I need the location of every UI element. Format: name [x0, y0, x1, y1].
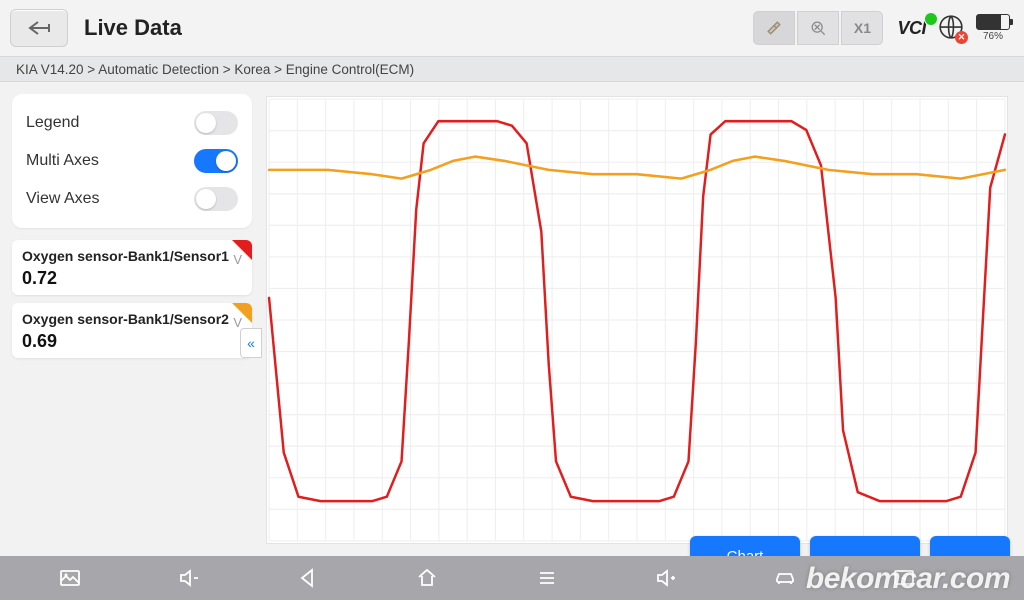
option-label: Multi Axes [26, 152, 99, 170]
car-icon[interactable] [755, 566, 815, 590]
gallery-icon[interactable] [40, 566, 100, 590]
nav-home-icon[interactable] [397, 566, 457, 590]
option-view-axes: View Axes [26, 180, 238, 218]
chart-canvas[interactable] [266, 96, 1008, 544]
chevron-left-double-icon: « [247, 335, 255, 351]
battery-indicator: 76% [976, 14, 1010, 42]
toggle-view-axes[interactable] [194, 187, 238, 211]
chart-button[interactable]: Chart [690, 536, 800, 556]
sensor-unit: V [233, 252, 242, 267]
main-area: Legend Multi Axes View Axes Oxygen senso… [0, 82, 1024, 556]
sensor-card[interactable]: Oxygen sensor-Bank1/Sensor1 V 0.72 [12, 240, 252, 295]
volume-down-icon[interactable] [159, 566, 219, 590]
sensor-value: 0.72 [22, 268, 57, 289]
option-multi-axes: Multi Axes [26, 142, 238, 180]
option-legend: Legend [26, 104, 238, 142]
nav-back-icon[interactable] [278, 566, 338, 590]
brush-icon[interactable] [753, 11, 795, 45]
globe-offline-icon [938, 14, 966, 42]
sensor-card[interactable]: Oxygen sensor-Bank1/Sensor2 V 0.69 [12, 303, 252, 358]
nav-menu-icon[interactable] [517, 566, 577, 590]
top-bar: Live Data X1 VCI 76% [0, 0, 1024, 56]
option-label: View Axes [26, 190, 100, 208]
toolbar: X1 [753, 11, 883, 45]
option-label: Legend [26, 114, 79, 132]
system-nav-bar [0, 556, 1024, 600]
cast-record-icon[interactable] [874, 566, 934, 590]
chart-options-panel: Legend Multi Axes View Axes [12, 94, 252, 228]
page-title: Live Data [84, 15, 182, 41]
breadcrumb: KIA V14.20 > Automatic Detection > Korea… [0, 56, 1024, 82]
action-buttons: Chart [690, 536, 1010, 556]
action-button-3[interactable] [930, 536, 1010, 556]
sidebar: Legend Multi Axes View Axes Oxygen senso… [0, 82, 260, 556]
volume-up-icon[interactable] [636, 566, 696, 590]
sensor-name: Oxygen sensor-Bank1/Sensor2 [22, 311, 242, 327]
toggle-legend[interactable] [194, 111, 238, 135]
sensor-list: Oxygen sensor-Bank1/Sensor1 V 0.72 Oxyge… [12, 240, 252, 358]
search-x-icon[interactable] [797, 11, 839, 45]
chart-area [260, 82, 1024, 556]
zoom-label[interactable]: X1 [841, 11, 883, 45]
toggle-multi-axes[interactable] [194, 149, 238, 173]
action-button-2[interactable] [810, 536, 920, 556]
collapse-sidebar-button[interactable]: « [240, 328, 262, 358]
vci-status-icon: VCI [897, 18, 926, 39]
sensor-value: 0.69 [22, 331, 57, 352]
sensor-name: Oxygen sensor-Bank1/Sensor1 [22, 248, 242, 264]
back-button[interactable] [10, 9, 68, 47]
